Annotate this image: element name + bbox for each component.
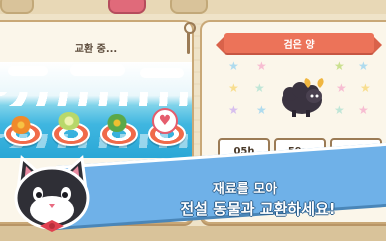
star-icon: ★ [360, 81, 371, 95]
black-sheep-icon [282, 78, 324, 117]
cloud [8, 66, 48, 76]
cloud [140, 68, 184, 78]
star-icon: ★ [228, 103, 239, 117]
hanger-loop [184, 22, 196, 34]
wave [0, 92, 192, 106]
promo-subtitle: 재료를 모아 [212, 182, 278, 197]
star-icon: ★ [228, 59, 239, 73]
hanger-rod [187, 32, 190, 54]
orange-flower-icon [10, 116, 32, 134]
star-icon: ★ [256, 59, 267, 73]
star-icon: ★ [334, 103, 345, 117]
star-icon: ★ [334, 59, 345, 73]
top-tab-right[interactable] [170, 0, 208, 14]
promo-title: 전설 동물과 교환하세요! [180, 200, 336, 218]
heart-icon: ♥ [152, 108, 178, 134]
top-tab-active[interactable] [108, 0, 146, 14]
star-icon: ★ [358, 59, 369, 73]
top-tab-left[interactable] [0, 0, 34, 14]
star-icon: ★ [256, 103, 267, 117]
hanger-decoration [181, 22, 197, 56]
cat-mascot-icon [14, 154, 90, 232]
reward-name-banner: 검은 양 [216, 33, 382, 53]
star-icon: ★ [254, 81, 265, 95]
green-cabbage-icon [58, 112, 80, 130]
star-icon: ★ [358, 103, 369, 117]
game-screen: 교환 중... ♥ 검은 양 ★ ★ ★ ★ ★ ★ ★ ★ ★ ★ ★ ★ 0… [0, 0, 386, 241]
gift-box-icon [106, 114, 128, 132]
cloud [70, 64, 125, 76]
exchange-status-label: 교환 중... [74, 44, 118, 55]
star-icon: ★ [228, 81, 239, 95]
star-icon: ★ [336, 81, 347, 95]
ocean-scene: ♥ [0, 62, 192, 158]
